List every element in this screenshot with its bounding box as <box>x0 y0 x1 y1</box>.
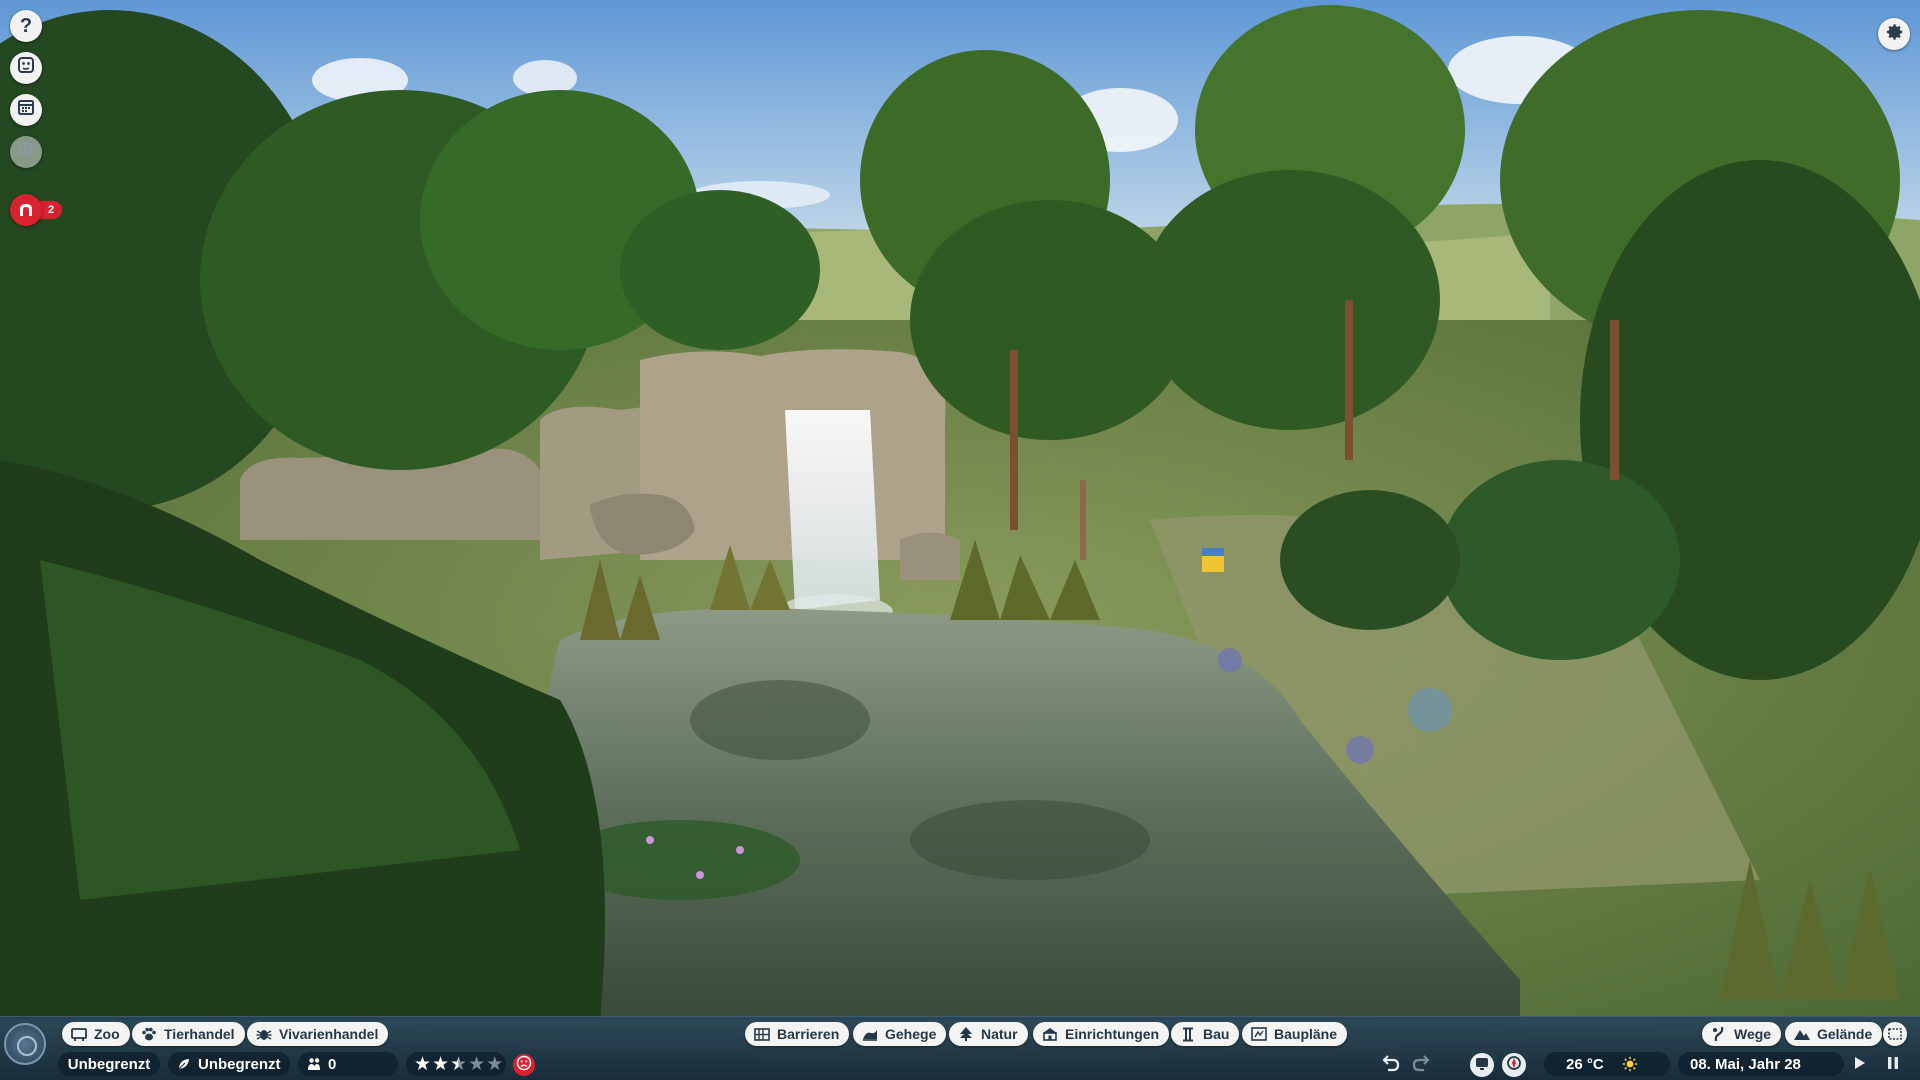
natur-menu-label: Natur <box>981 1026 1018 1042</box>
rating-star: ★ <box>432 1053 450 1075</box>
sad-face-icon <box>516 1055 532 1076</box>
guest-alert-icon <box>10 194 42 226</box>
paw-icon <box>140 1026 158 1042</box>
pause-icon <box>1882 1052 1904 1079</box>
tierhandel-menu-label: Tierhandel <box>164 1026 235 1042</box>
map-icon <box>1886 1026 1904 1042</box>
weather-display[interactable]: 26 °C <box>1544 1052 1670 1076</box>
gear-icon <box>1883 21 1905 48</box>
research-leaf-icon <box>176 1056 192 1072</box>
animals-overview-button[interactable] <box>10 52 42 84</box>
date-display[interactable]: 08. Mai, Jahr 28 <box>1678 1052 1844 1076</box>
gehege-menu-button[interactable]: Gehege <box>853 1022 947 1046</box>
guest-alert-button[interactable]: 2 <box>10 194 70 226</box>
sun-icon <box>1622 1056 1638 1072</box>
bau-menu-label: Bau <box>1203 1026 1230 1042</box>
rating-star: ★ <box>450 1053 468 1075</box>
calendar-button[interactable] <box>10 94 42 126</box>
barrieren-menu-button[interactable]: Barrieren <box>745 1022 850 1046</box>
money-value: Unbegrenzt <box>67 1055 151 1073</box>
undo-button[interactable] <box>1377 1052 1403 1078</box>
pillar-icon <box>1179 1026 1197 1042</box>
rating-star: ★ <box>414 1053 432 1075</box>
bauplaene-menu-label: Baupläne <box>1274 1026 1338 1042</box>
bottom-hud: Zoo Tierhandel Vivarienhandel Barrieren … <box>0 1016 1920 1080</box>
calendar-icon <box>16 97 36 123</box>
guest-view-button[interactable] <box>1502 1053 1526 1077</box>
map-toggle-button[interactable] <box>1883 1022 1907 1046</box>
camera-icon <box>16 139 36 165</box>
money-display[interactable]: Unbegrenzt <box>58 1052 160 1076</box>
guest-count-display[interactable]: 0 <box>298 1052 398 1076</box>
gelaende-menu-label: Gelände <box>1817 1026 1873 1042</box>
guests-icon <box>306 1056 322 1072</box>
mountain-icon <box>1793 1026 1811 1042</box>
gelaende-menu-button[interactable]: Gelände <box>1785 1022 1883 1046</box>
tree-icon <box>957 1026 975 1042</box>
play-speed-button[interactable] <box>1846 1052 1872 1078</box>
question-mark-icon: ? <box>19 14 33 37</box>
research-display[interactable]: Unbegrenzt <box>168 1052 290 1076</box>
tv-icon <box>1473 1054 1491 1077</box>
play-icon <box>1848 1052 1870 1079</box>
compass-icon <box>1505 1054 1523 1077</box>
blueprint-icon <box>1250 1026 1268 1042</box>
pause-button[interactable] <box>1880 1052 1906 1078</box>
camera-button[interactable] <box>10 136 42 168</box>
main-menu-dial[interactable] <box>4 1023 46 1065</box>
guest-mood-button[interactable] <box>513 1054 535 1076</box>
zoo-menu-button[interactable]: Zoo <box>62 1022 130 1046</box>
guest-count-value: 0 <box>328 1055 337 1073</box>
fence-icon <box>753 1026 771 1042</box>
einrichtungen-menu-label: Einrichtungen <box>1065 1026 1160 1042</box>
wege-menu-label: Wege <box>1734 1026 1772 1042</box>
help-button[interactable]: ? <box>10 10 42 42</box>
zoo-rating-display[interactable]: ★ ★ ★ ★ ★ <box>406 1052 506 1076</box>
date-value: 08. Mai, Jahr 28 <box>1690 1055 1801 1073</box>
landscape-scene <box>0 0 1920 1080</box>
undo-icon <box>1379 1052 1401 1079</box>
zoo-menu-label: Zoo <box>94 1026 120 1042</box>
bau-menu-button[interactable]: Bau <box>1171 1022 1240 1046</box>
einrichtungen-menu-button[interactable]: Einrichtungen <box>1033 1022 1170 1046</box>
rating-stars: ★ ★ ★ ★ ★ <box>414 1055 503 1074</box>
bug-icon <box>255 1026 273 1042</box>
barrieren-menu-label: Barrieren <box>777 1026 840 1042</box>
vivarienhandel-menu-button[interactable]: Vivarienhandel <box>247 1022 389 1046</box>
gehege-menu-label: Gehege <box>885 1026 937 1042</box>
habitat-icon <box>861 1026 879 1042</box>
vivarienhandel-menu-label: Vivarienhandel <box>279 1026 379 1042</box>
research-value: Unbegrenzt <box>198 1055 281 1073</box>
tierhandel-menu-button[interactable]: Tierhandel <box>132 1022 245 1046</box>
wege-menu-button[interactable]: Wege <box>1702 1022 1782 1046</box>
settings-button[interactable] <box>1878 18 1910 50</box>
bauplaene-menu-button[interactable]: Baupläne <box>1242 1022 1348 1046</box>
redo-button[interactable] <box>1409 1052 1435 1078</box>
rating-star: ★ <box>468 1053 486 1075</box>
zoo-icon <box>70 1026 88 1042</box>
building-icon <box>1041 1026 1059 1042</box>
natur-menu-button[interactable]: Natur <box>949 1022 1028 1046</box>
path-icon <box>1710 1026 1728 1042</box>
redo-icon <box>1411 1052 1433 1079</box>
game-viewport[interactable] <box>0 0 1920 1080</box>
animal-face-icon <box>16 55 36 81</box>
rating-star: ★ <box>486 1053 504 1075</box>
camera-view-button[interactable] <box>1470 1053 1494 1077</box>
temperature-value: 26 °C <box>1566 1055 1604 1073</box>
